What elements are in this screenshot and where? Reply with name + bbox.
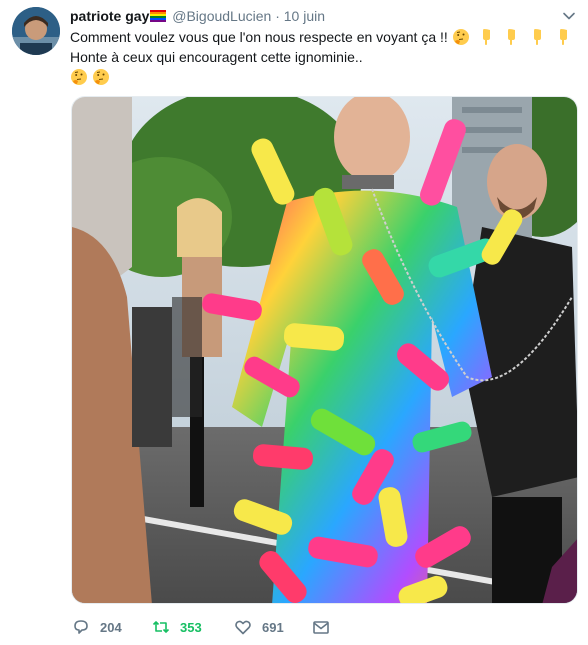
like-count: 691 (262, 619, 284, 635)
reply-count: 204 (100, 619, 122, 635)
rainbow-flag-icon (150, 10, 167, 22)
author-name[interactable]: patriote gay (70, 8, 149, 24)
tweet-photo[interactable] (71, 96, 578, 604)
tweet-header: patriote gay @BigoudLucien · 10 juin (70, 6, 325, 26)
tweet-text-line-1: Comment voulez vous que l'on nous respec… (70, 29, 448, 45)
pointing-down-icon (482, 29, 490, 45)
tweet-text: Comment voulez vous que l'on nous respec… (70, 27, 570, 89)
tweet-text-line-2: Honte à ceux qui encouragent cette ignom… (70, 49, 363, 65)
retweet-count: 353 (180, 619, 202, 635)
reply-button[interactable]: 204 (72, 616, 122, 638)
thinking-face-icon (71, 69, 87, 85)
tweet-date[interactable]: 10 juin (284, 8, 325, 24)
thinking-face-icon (93, 69, 109, 85)
parade-photo (72, 97, 577, 603)
chevron-down-icon[interactable] (562, 9, 576, 23)
reply-icon (74, 620, 88, 634)
author-handle[interactable]: @BigoudLucien (172, 8, 271, 24)
envelope-icon (313, 621, 329, 634)
pointing-down-icon (560, 29, 568, 45)
tweet-card: patriote gay @BigoudLucien · 10 juin Com… (0, 0, 588, 645)
heart-icon (235, 620, 251, 635)
retweet-icon (152, 621, 170, 633)
like-button[interactable]: 691 (234, 616, 284, 638)
separator-dot: · (275, 8, 280, 24)
pointing-down-icon (508, 29, 516, 45)
direct-message-button[interactable] (312, 616, 340, 638)
pointing-down-icon (534, 29, 542, 45)
retweet-button[interactable]: 353 (152, 616, 202, 638)
thinking-face-icon (452, 29, 469, 45)
avatar[interactable] (12, 7, 60, 55)
